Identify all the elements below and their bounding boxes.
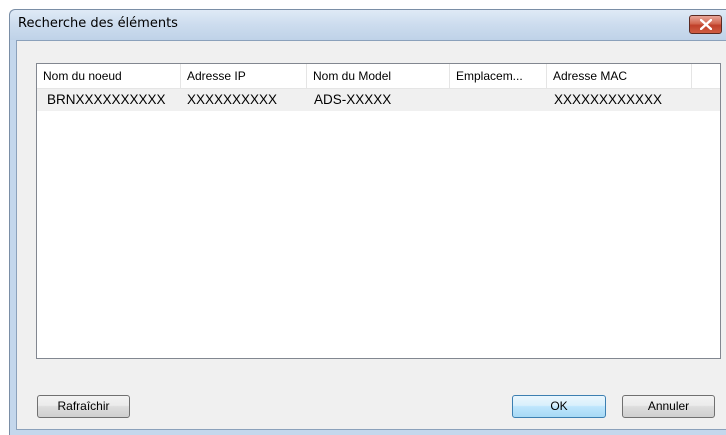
- cancel-button[interactable]: Annuler: [622, 395, 715, 418]
- column-header-node-name[interactable]: Nom du noeud: [37, 64, 181, 88]
- list-header: Nom du noeud Adresse IP Nom du Model Emp…: [37, 64, 720, 89]
- table-row[interactable]: BRNXXXXXXXXXX XXXXXXXXXX ADS-XXXXX XXXXX…: [37, 89, 720, 111]
- ok-button[interactable]: OK: [512, 395, 606, 418]
- cell-model-name: ADS-XXXXX: [314, 92, 392, 107]
- close-button[interactable]: [689, 15, 722, 34]
- cell-mac-address: XXXXXXXXXXXX: [554, 92, 663, 107]
- cell-ip-address: XXXXXXXXXX: [187, 92, 278, 107]
- device-list[interactable]: Nom du noeud Adresse IP Nom du Model Emp…: [36, 63, 721, 359]
- column-header-mac-address[interactable]: Adresse MAC: [547, 64, 692, 88]
- refresh-button[interactable]: Rafraîchir: [37, 395, 130, 418]
- close-icon: [700, 19, 712, 30]
- window-title: Recherche des éléments: [18, 16, 178, 31]
- column-header-model-name[interactable]: Nom du Model: [307, 64, 450, 88]
- column-header-location[interactable]: Emplacem...: [450, 64, 547, 88]
- title-bar[interactable]: Recherche des éléments: [10, 10, 726, 40]
- dialog-window: Recherche des éléments Nom du noeud Adre…: [9, 9, 726, 435]
- cell-node-name: BRNXXXXXXXXXX: [47, 92, 166, 107]
- column-header-ip-address[interactable]: Adresse IP: [181, 64, 307, 88]
- cell-location: [450, 89, 547, 111]
- dialog-body: Nom du noeud Adresse IP Nom du Model Emp…: [16, 40, 726, 430]
